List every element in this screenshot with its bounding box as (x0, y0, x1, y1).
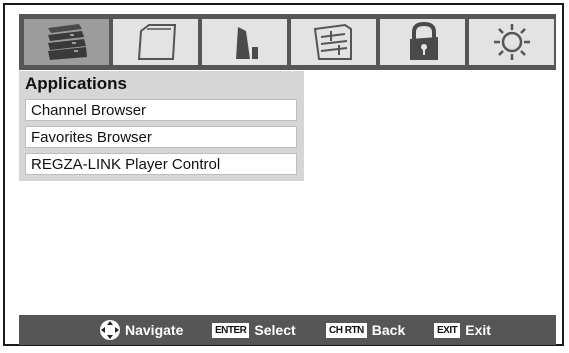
panel-title: Applications (25, 74, 128, 93)
menu-item-channel-browser[interactable]: Channel Browser (25, 99, 297, 121)
gear-icon (494, 24, 530, 60)
menu-tab-bar (19, 14, 556, 70)
button-guide-bar: Navigate ENTER Select CH RTN Back EXIT E… (19, 315, 556, 345)
select-label: Select (254, 322, 296, 338)
exit-hint: EXIT Exit (434, 315, 491, 345)
back-hint: CH RTN Back (326, 315, 405, 345)
tab-picture[interactable] (113, 19, 198, 65)
chrtn-key-badge: CH RTN (326, 322, 367, 338)
tab-audio[interactable] (202, 19, 287, 65)
exit-label: Exit (465, 322, 491, 338)
menu-item-favorites-browser[interactable]: Favorites Browser (25, 126, 297, 148)
tab-setup[interactable] (469, 19, 554, 65)
tab-preferences[interactable] (291, 19, 376, 65)
dpad-icon (100, 320, 120, 340)
lock-icon (410, 21, 438, 60)
back-label: Back (371, 322, 406, 338)
tab-locks[interactable] (380, 19, 465, 65)
tv-menu-screen: Applications Channel Browser Favorites B… (3, 3, 564, 346)
select-hint: ENTER Select (212, 315, 296, 345)
applications-panel: Applications Channel Browser Favorites B… (19, 71, 304, 181)
menu-item-regza-link-player-control[interactable]: REGZA-LINK Player Control (25, 153, 297, 175)
preferences-icon (313, 23, 352, 60)
speaker-icon (236, 27, 258, 59)
enter-key-badge: ENTER (212, 322, 250, 338)
navigate-label: Navigate (125, 322, 184, 338)
applications-icon (48, 24, 87, 60)
navigate-hint: Navigate (99, 315, 183, 345)
exit-key-badge: EXIT (434, 322, 461, 338)
picture-icon (137, 24, 177, 60)
tab-applications[interactable] (24, 19, 109, 65)
